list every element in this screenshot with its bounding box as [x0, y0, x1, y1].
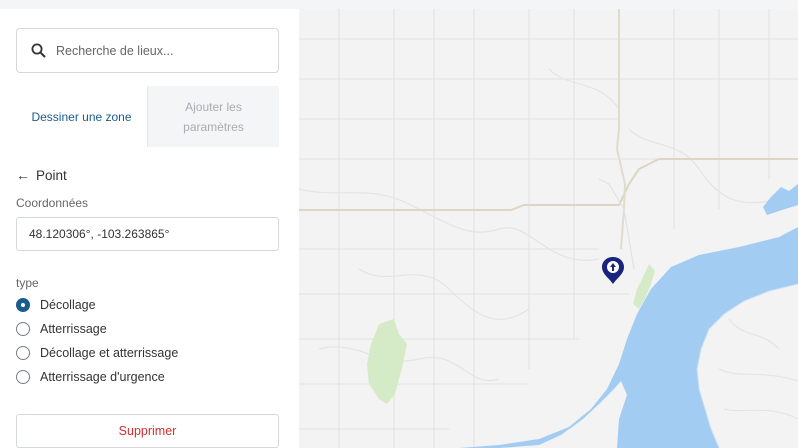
- delete-button[interactable]: Supprimer: [16, 414, 279, 448]
- radio-dot-selected: [16, 298, 30, 312]
- radio-label: Atterrissage: [40, 322, 107, 336]
- radio-dot: [16, 346, 30, 360]
- coords-field[interactable]: 48.120306°, -103.263865°: [16, 217, 279, 251]
- side-panel: Dessiner une zone Ajouter les paramètres…: [0, 9, 299, 448]
- back-label: Point: [36, 167, 67, 183]
- radio-dot: [16, 322, 30, 336]
- search-icon: [31, 43, 46, 58]
- arrow-left-icon: ←: [16, 167, 30, 183]
- coords-label: Coordonnées: [16, 196, 89, 210]
- top-strip: [0, 0, 798, 9]
- tab-draw-zone[interactable]: Dessiner une zone: [16, 86, 147, 147]
- back-link[interactable]: ← Point: [16, 167, 67, 183]
- radio-takeoff[interactable]: Décollage: [16, 298, 96, 312]
- map-view[interactable]: [299, 9, 798, 448]
- tab-add-parameters[interactable]: Ajouter les paramètres: [147, 86, 279, 147]
- radio-landing[interactable]: Atterrissage: [16, 322, 107, 336]
- radio-label: Décollage et atterrissage: [40, 346, 179, 360]
- radio-dot: [16, 370, 30, 384]
- tab-bar: Dessiner une zone Ajouter les paramètres: [16, 86, 279, 147]
- map-canvas: [299, 9, 798, 448]
- radio-label: Décollage: [40, 298, 96, 312]
- radio-label: Atterrissage d'urgence: [40, 370, 165, 384]
- radio-takeoff-and-landing[interactable]: Décollage et atterrissage: [16, 346, 178, 360]
- radio-emergency-landing[interactable]: Atterrissage d'urgence: [16, 370, 165, 384]
- type-label: type: [16, 276, 39, 290]
- tab-add-parameters-label: Ajouter les paramètres: [183, 99, 244, 134]
- search-box[interactable]: [16, 28, 279, 73]
- search-input[interactable]: [56, 43, 256, 58]
